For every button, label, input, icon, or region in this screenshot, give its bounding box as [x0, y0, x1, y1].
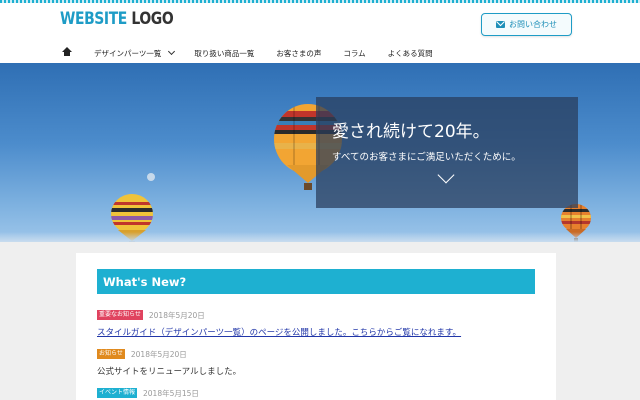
main-nav: デザインパーツ一覧 取り扱い商品一覧 お客さまの声 コラム よくある質問 [60, 43, 455, 63]
news-heading: What's New? [97, 269, 535, 294]
hero-banner: 愛され続けて20年。 すべてのお客さまにご満足いただくために。 [0, 63, 640, 242]
news-date: 2018年5月20日 [130, 349, 187, 359]
news-badge: お知らせ [97, 349, 125, 359]
hero-caption: 愛され続けて20年。 すべてのお客さまにご満足いただくために。 [316, 97, 578, 208]
contact-button[interactable]: お問い合わせ [481, 13, 572, 36]
news-badge: 重要なお知らせ [97, 310, 143, 320]
mail-icon [496, 21, 505, 28]
moon [147, 173, 155, 181]
nav-item-column[interactable]: コラム [343, 48, 365, 59]
logo-text: LOGO [131, 9, 174, 29]
nav-item-design-parts[interactable]: デザインパーツ一覧 [94, 48, 161, 59]
news-date: 2018年5月20日 [148, 310, 205, 320]
chevron-down-icon[interactable] [168, 47, 176, 56]
nav-item-faq[interactable]: よくある質問 [388, 48, 433, 59]
contact-button-label: お問い合わせ [509, 20, 557, 29]
news-text: 公式サイトをリニューアルしました。 [97, 367, 242, 377]
nav-item-testimonials[interactable]: お客さまの声 [276, 48, 321, 59]
hero-horizon [0, 232, 640, 242]
home-icon[interactable] [60, 47, 76, 59]
news-item: イベント情報 2018年5月15日 [97, 388, 537, 398]
site-header: WEBSITE LOGO お問い合わせ デザインパーツ一覧 取り扱い商品一覧 お… [0, 3, 640, 63]
news-section: What's New? 重要なお知らせ 2018年5月20日 スタイルガイド（デ… [76, 253, 556, 400]
hero-subtitle: すべてのお客さまにご満足いただくために。 [332, 152, 521, 163]
news-link[interactable]: スタイルガイド（デザインパーツ一覧）のページを公開しました。こちらからご覧になれ… [97, 326, 537, 338]
hero-title: 愛され続けて20年。 [332, 122, 490, 142]
logo-accent-text: WEBSITE [60, 9, 127, 29]
chevron-down-icon[interactable] [437, 166, 455, 184]
news-item: 重要なお知らせ 2018年5月20日 スタイルガイド（デザインパーツ一覧）のペー… [97, 310, 537, 338]
nav-item-products[interactable]: 取り扱い商品一覧 [194, 48, 254, 59]
news-badge: イベント情報 [97, 388, 138, 398]
news-item: お知らせ 2018年5月20日 公式サイトをリニューアルしました。 [97, 349, 537, 377]
news-date: 2018年5月15日 [143, 388, 199, 398]
site-logo[interactable]: WEBSITE LOGO [60, 9, 174, 29]
